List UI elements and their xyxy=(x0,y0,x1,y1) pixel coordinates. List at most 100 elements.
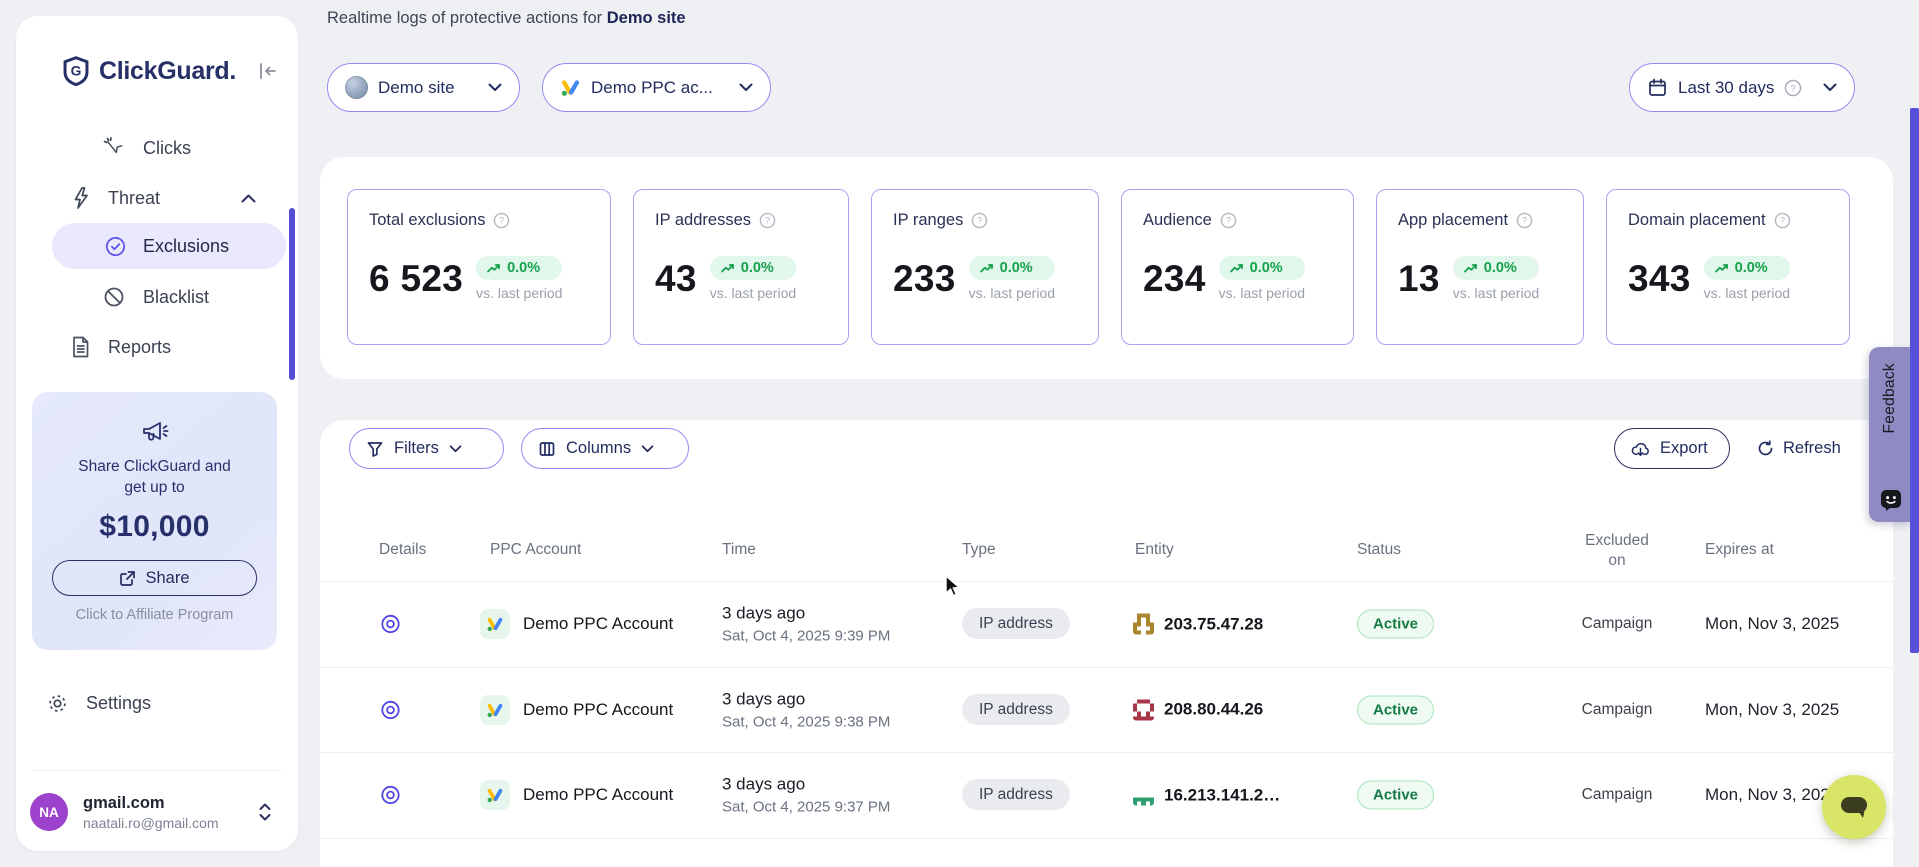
row-type: IP address xyxy=(962,615,1070,633)
help-icon[interactable]: ? xyxy=(759,212,776,229)
status-badge: Active xyxy=(1357,610,1434,639)
megaphone-icon xyxy=(140,418,170,446)
column-header-status: Status xyxy=(1357,541,1401,559)
sidebar-item-threat[interactable]: Threat xyxy=(16,176,298,220)
row-details-icon[interactable] xyxy=(380,614,401,635)
refresh-button[interactable]: Refresh xyxy=(1757,428,1841,469)
stat-label: IP ranges xyxy=(893,211,963,230)
stat-period: vs. last period xyxy=(1453,285,1539,301)
row-details-icon[interactable] xyxy=(380,785,401,806)
help-icon[interactable]: ? xyxy=(493,212,510,229)
row-status: Active xyxy=(1357,610,1434,639)
row-expires-at: Mon, Nov 3, 2025 xyxy=(1705,614,1839,634)
sidebar: G ClickGuard. Clicks Threat Exclusions B… xyxy=(16,16,298,851)
row-excluded-on: Campaign xyxy=(1562,615,1672,633)
ppc-account-selector-label: Demo PPC ac... xyxy=(591,78,713,98)
google-ads-icon xyxy=(480,609,510,639)
share-button-label: Share xyxy=(145,569,189,588)
row-ppc-account: Demo PPC Account xyxy=(480,609,673,639)
column-header-expires-at: Expires at xyxy=(1705,541,1774,559)
sidebar-item-label: Reports xyxy=(108,337,171,358)
stat-value: 234 xyxy=(1143,260,1206,297)
row-expires-at: Mon, Nov 3, 2025 xyxy=(1705,785,1839,805)
row-entity: 208.80.44.26 xyxy=(1133,699,1263,720)
badge-check-icon xyxy=(104,235,127,258)
ppc-account-name: Demo PPC Account xyxy=(523,785,673,805)
row-excluded-on: Campaign xyxy=(1562,786,1672,804)
google-ads-icon xyxy=(560,77,581,98)
columns-label: Columns xyxy=(566,439,631,458)
stat-card-total-exclusions: Total exclusions ? 6 523 0.0% vs. last p… xyxy=(347,189,611,345)
table-row[interactable]: Demo PPC Account 3 days ago Sat, Oct 4, … xyxy=(320,581,1893,667)
row-time: 3 days ago Sat, Oct 4, 2025 9:39 PM xyxy=(722,604,890,645)
row-status: Active xyxy=(1357,695,1434,724)
row-entity: 16.213.141.2… xyxy=(1133,785,1280,806)
chevron-down-icon xyxy=(488,83,502,92)
type-badge: IP address xyxy=(962,608,1070,639)
lightning-icon xyxy=(70,186,92,210)
share-button[interactable]: Share xyxy=(52,560,257,596)
help-icon[interactable]: ? xyxy=(1774,212,1791,229)
sidebar-item-reports[interactable]: Reports xyxy=(16,325,298,369)
sidebar-scrollbar-thumb[interactable] xyxy=(289,208,295,380)
promo-text-line2: get up to xyxy=(32,477,277,498)
chevron-down-icon xyxy=(1823,83,1837,92)
avatar: NA xyxy=(30,793,68,831)
page-scrollbar-thumb[interactable] xyxy=(1910,108,1919,653)
user-account-switcher[interactable]: NA gmail.com naatali.ro@gmail.com xyxy=(30,783,284,841)
user-email: naatali.ro@gmail.com xyxy=(83,815,219,831)
site-selector-label: Demo site xyxy=(378,78,455,98)
feedback-label: Feedback xyxy=(1881,363,1899,433)
help-icon[interactable]: ? xyxy=(1220,212,1237,229)
feedback-tab[interactable]: Feedback xyxy=(1869,347,1913,522)
stat-delta-badge: 0.0% xyxy=(710,256,796,280)
subtitle-prefix: Realtime logs of protective actions for xyxy=(327,9,602,27)
clickguard-dashboard: { "colors": { "accent": "#5a51e8", "viol… xyxy=(0,0,1919,867)
type-badge: IP address xyxy=(962,694,1070,725)
svg-text:?: ? xyxy=(1522,216,1527,226)
refresh-icon xyxy=(1757,440,1774,457)
type-badge: IP address xyxy=(962,779,1070,810)
stat-value: 343 xyxy=(1628,260,1691,297)
columns-icon xyxy=(538,440,556,458)
ppc-account-selector-dropdown[interactable]: Demo PPC ac... xyxy=(542,63,771,112)
row-expires-at: Mon, Nov 3, 2025 xyxy=(1705,700,1839,720)
sidebar-item-clicks[interactable]: Clicks xyxy=(16,126,298,170)
table-row[interactable]: Demo PPC Account 3 days ago Sat, Oct 4, … xyxy=(320,667,1893,753)
stat-label: Total exclusions xyxy=(369,211,485,230)
stat-delta-badge: 0.0% xyxy=(476,256,562,280)
columns-dropdown[interactable]: Columns xyxy=(521,428,689,469)
help-icon[interactable]: ? xyxy=(1784,79,1802,97)
svg-text:?: ? xyxy=(499,216,504,226)
row-time: 3 days ago Sat, Oct 4, 2025 9:38 PM xyxy=(722,689,890,730)
site-selector-dropdown[interactable]: Demo site xyxy=(327,63,520,112)
chat-widget-button[interactable] xyxy=(1822,775,1886,839)
svg-text:?: ? xyxy=(1791,83,1796,94)
table-row-partial[interactable]: 3 days ago xyxy=(320,838,1893,867)
trend-up-icon xyxy=(1715,263,1729,273)
table-row[interactable]: Demo PPC Account 3 days ago Sat, Oct 4, … xyxy=(320,752,1893,838)
external-link-icon xyxy=(119,570,136,587)
sidebar-collapse-icon[interactable] xyxy=(256,60,278,82)
stat-delta-badge: 0.0% xyxy=(1219,256,1305,280)
row-details-icon[interactable] xyxy=(380,699,401,720)
row-entity: 203.75.47.28 xyxy=(1133,614,1263,635)
chevron-up-icon xyxy=(241,194,256,203)
export-label: Export xyxy=(1660,439,1708,458)
affiliate-link[interactable]: Click to Affiliate Program xyxy=(32,607,277,623)
sidebar-item-blacklist[interactable]: Blacklist xyxy=(16,275,298,319)
row-excluded-on: Campaign xyxy=(1562,701,1672,719)
sidebar-item-exclusions[interactable]: Exclusions xyxy=(52,223,286,269)
chevron-down-icon xyxy=(449,445,462,453)
sidebar-item-settings[interactable]: Settings xyxy=(46,692,151,715)
date-range-dropdown[interactable]: Last 30 days ? xyxy=(1629,63,1855,112)
help-icon[interactable]: ? xyxy=(971,212,988,229)
filters-dropdown[interactable]: Filters xyxy=(349,428,504,469)
ppc-account-name: Demo PPC Account xyxy=(523,614,673,634)
help-icon[interactable]: ? xyxy=(1516,212,1533,229)
sidebar-item-label: Clicks xyxy=(143,138,191,159)
export-button[interactable]: Export xyxy=(1614,428,1730,469)
stat-delta-badge: 0.0% xyxy=(1704,256,1790,280)
filters-label: Filters xyxy=(394,439,439,458)
stat-label: Audience xyxy=(1143,211,1212,230)
